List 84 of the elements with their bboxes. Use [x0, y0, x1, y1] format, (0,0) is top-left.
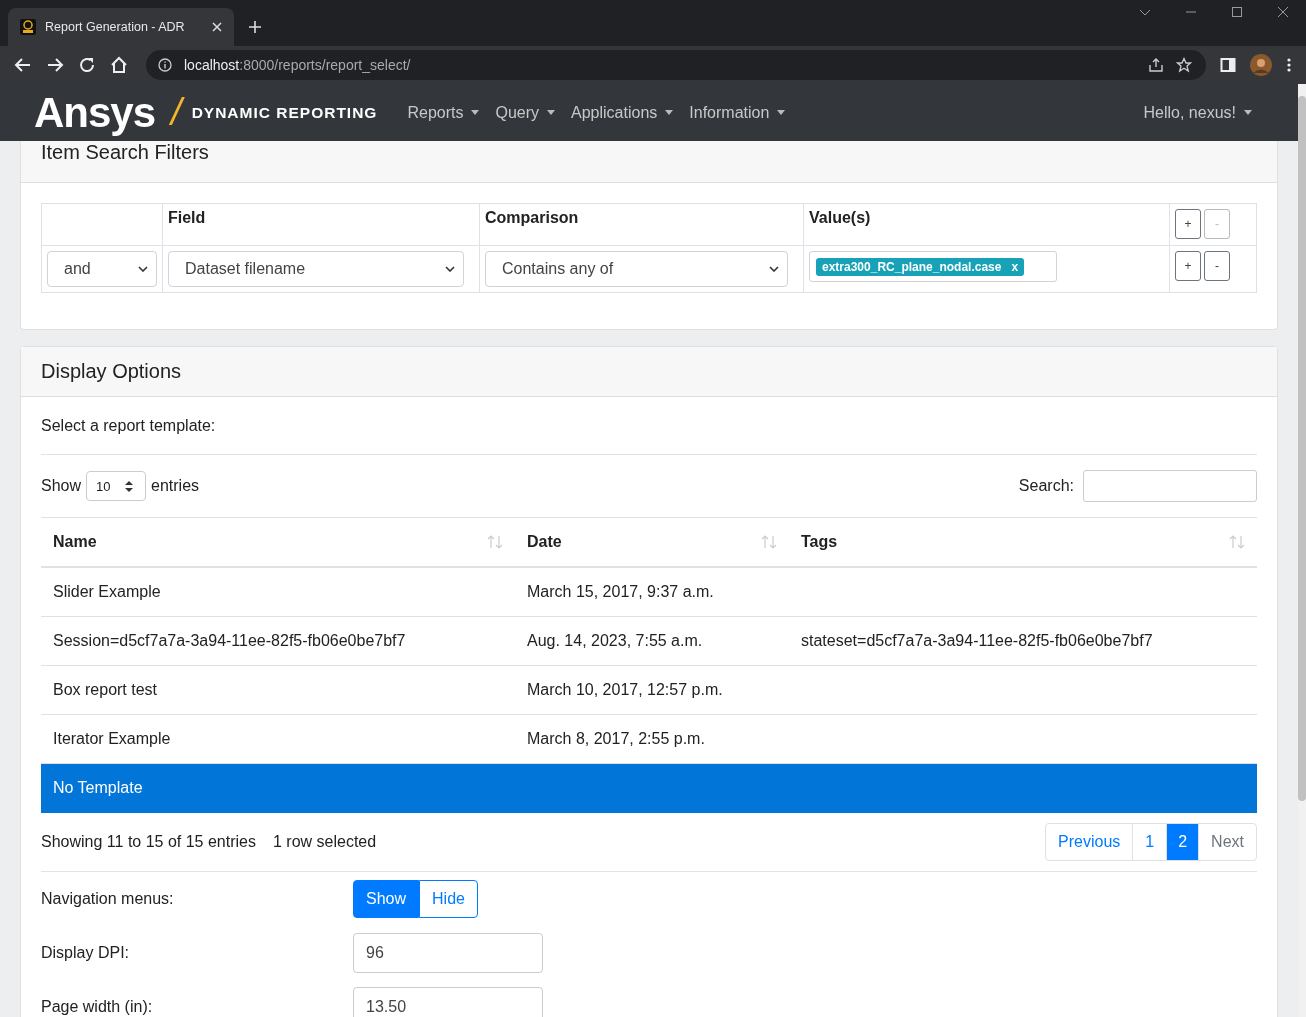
table-cell: March 15, 2017, 9:37 a.m.: [527, 583, 714, 600]
user-menu[interactable]: Hello, nexus!: [1143, 103, 1252, 122]
select-field[interactable]: Contains any of: [485, 251, 788, 287]
column-header: Comparison: [479, 203, 804, 246]
scrollbar-thumb[interactable]: [1298, 96, 1306, 801]
nav-menu[interactable]: Reports: [407, 103, 480, 122]
table-row[interactable]: Session=d5cf7a7a-3a94-11ee-82f5-fb06e0be7bf7 Aug. 14, 2023, 7:55 a.m. stateset=d5cf7a7a-3a94-11ee-82f5-fb06e0be7bf7: [41, 616, 1257, 666]
brand-logo[interactable]: Ansys: [34, 88, 156, 137]
card-title: Item Search Filters: [41, 141, 209, 164]
select-field[interactable]: Dataset filename: [168, 251, 464, 287]
table-cell: March 10, 2017, 12:57 p.m.: [527, 681, 723, 698]
page-link[interactable]: Previous: [1046, 824, 1133, 860]
toggle-button[interactable]: Show: [353, 880, 420, 918]
entries-select[interactable]: 10: [86, 471, 147, 501]
close-icon[interactable]: [1277, 6, 1289, 18]
share-icon[interactable]: [1148, 57, 1164, 73]
column-header[interactable]: Tags: [789, 517, 1257, 567]
column-header: Field: [162, 203, 480, 246]
menu-icon[interactable]: [1286, 57, 1292, 73]
value-tag: extra300_RC_plane_nodal.case x: [816, 257, 1025, 276]
row-button[interactable]: -: [1204, 251, 1230, 281]
input-field[interactable]: 13.50: [353, 987, 543, 1017]
show-label: Show: [41, 477, 82, 495]
table-cell: Aug. 14, 2023, 7:55 a.m.: [527, 632, 703, 649]
toggle-button[interactable]: Hide: [419, 880, 478, 918]
info-icon: [158, 58, 172, 72]
chevron-icon: [769, 266, 779, 272]
home-icon[interactable]: [110, 56, 128, 74]
table-cell: Session=d5cf7a7a-3a94-11ee-82f5-fb06e0be7bf7: [53, 632, 406, 649]
caret-icon: [777, 110, 786, 115]
table-row[interactable]: Slider Example March 15, 2017, 9:37 a.m.: [41, 567, 1257, 617]
caret-icon: [1244, 110, 1252, 115]
url-text: localhost:8000/reports/report_select/: [184, 57, 411, 73]
column-header[interactable]: Name: [41, 517, 515, 567]
table-row[interactable]: Iterator Example March 8, 2017, 2:55 p.m.: [41, 714, 1257, 764]
nav-menu[interactable]: Information: [689, 103, 786, 122]
forward-icon[interactable]: [46, 56, 64, 74]
caret-icon: [547, 110, 556, 115]
table-cell: stateset=d5cf7a7a-3a94-11ee-82f5-fb06e0be7bf7: [801, 632, 1153, 649]
sort-icon: [487, 535, 503, 549]
back-icon[interactable]: [14, 56, 32, 74]
table-row[interactable]: Box report test March 10, 2017, 12:57 p.m.: [41, 665, 1257, 715]
field-label: Page width (in):: [41, 998, 154, 1016]
field-label: Navigation menus:: [41, 890, 175, 908]
address-bar[interactable]: localhost:8000/reports/report_select/: [146, 50, 1206, 80]
product-name: DYNAMIC REPORTING: [191, 103, 378, 122]
star-icon[interactable]: [1176, 57, 1192, 73]
page-link[interactable]: 2: [1166, 824, 1199, 860]
card-title: Display Options: [41, 360, 182, 383]
nav-menu[interactable]: Applications: [571, 103, 674, 122]
entries-label: entries: [151, 477, 200, 495]
reload-icon[interactable]: [78, 56, 96, 74]
column-header[interactable]: Date: [515, 517, 789, 567]
table-cell: Box report test: [53, 681, 158, 698]
sort-icon: [1229, 535, 1245, 549]
input-field[interactable]: 96: [353, 933, 543, 973]
side-panel-icon[interactable]: [1220, 57, 1236, 73]
app-icon: [20, 19, 36, 35]
row-button[interactable]: +: [1175, 209, 1201, 239]
search-label: Search:: [1018, 477, 1074, 495]
avatar[interactable]: [1250, 54, 1272, 76]
new-tab-icon[interactable]: [248, 20, 262, 34]
caret-icon: [471, 110, 480, 115]
chevron-icon: [138, 266, 148, 272]
row-button[interactable]: +: [1175, 251, 1201, 281]
column-header: Value(s): [803, 203, 1170, 246]
maximize-icon[interactable]: [1231, 6, 1243, 18]
field-label: Display DPI:: [41, 944, 131, 962]
table-cell: Slider Example: [53, 583, 161, 600]
table-cell: March 8, 2017, 2:55 p.m.: [527, 730, 705, 747]
template-label: Select a report template:: [41, 417, 217, 435]
selection-info: 1 row selected: [272, 833, 377, 851]
table-cell: No Template: [53, 779, 143, 796]
chevron-icon: [445, 266, 455, 272]
table-row[interactable]: No Template: [41, 763, 1257, 813]
sort-icon: [761, 535, 777, 549]
nav-menu[interactable]: Query: [495, 103, 556, 122]
browser-tab[interactable]: Report Generation - ADR: [8, 8, 234, 46]
sort-caret-icon: [125, 480, 134, 492]
select-field[interactable]: and: [47, 251, 157, 287]
table-info: Showing 11 to 15 of 15 entries: [41, 833, 256, 851]
search-field[interactable]: [1083, 470, 1257, 502]
caret-icon: [665, 110, 674, 115]
table-cell: Iterator Example: [53, 730, 171, 747]
